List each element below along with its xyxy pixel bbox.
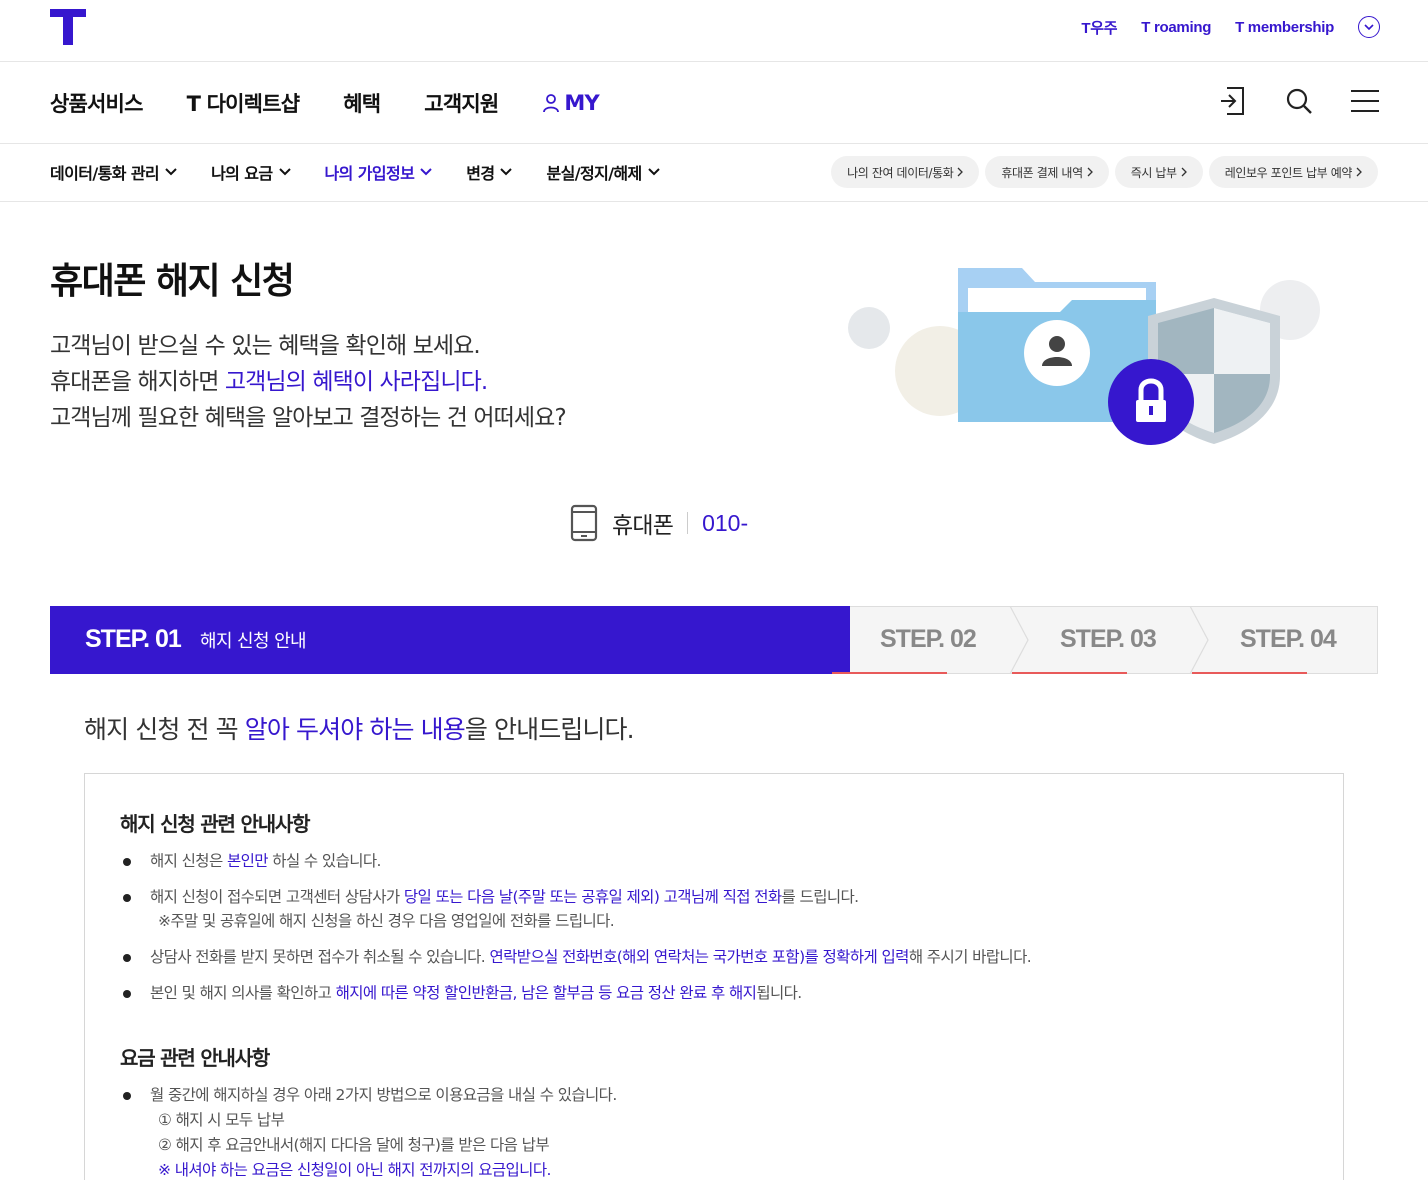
person-icon xyxy=(543,94,560,113)
chevron-down-icon[interactable] xyxy=(1358,16,1380,38)
step-2-underline xyxy=(832,672,947,674)
divider xyxy=(687,512,689,534)
hero-description: 고객님이 받으실 수 있는 혜택을 확인해 보세요. 휴대폰을 해지하면 고객님… xyxy=(50,333,567,431)
phone-icon xyxy=(570,504,598,542)
step-progress: STEP. 01 해지 신청 안내 STEP. 02 STEP. 03 STEP… xyxy=(50,606,1378,674)
billing-notice-list: 월 중간에 해지하실 경우 아래 2가지 방법으로 이용요금을 내실 수 있습니… xyxy=(120,1083,1320,1180)
step-2-label: STEP. 02 xyxy=(880,625,977,653)
chevron-down-icon xyxy=(647,168,660,176)
list-item: 본인 및 해지 의사를 확인하고 해지에 따른 약정 할인반환금, 남은 할부금… xyxy=(120,981,1320,1005)
step-1-text: 해지 신청 안내 xyxy=(200,631,307,652)
chevron-down-icon xyxy=(165,168,177,176)
nav-support[interactable]: 고객지원 xyxy=(424,88,499,118)
subnav-change[interactable]: 변경 xyxy=(466,160,513,184)
subnav-data-call[interactable]: 데이터/통화 관리 xyxy=(50,160,177,184)
chevron-right-icon xyxy=(1356,167,1362,177)
step-4-label: STEP. 04 xyxy=(1240,625,1337,653)
phone-line-info: 휴대폰 010- xyxy=(570,504,748,542)
step-1-label: STEP. 01 xyxy=(85,625,182,653)
search-icon[interactable] xyxy=(1284,84,1314,118)
t-roaming-link[interactable]: T roaming xyxy=(1141,19,1211,36)
subnav-my-subscription[interactable]: 나의 가입정보 xyxy=(325,160,433,184)
t-membership-link[interactable]: T membership xyxy=(1235,19,1334,36)
t-logo[interactable] xyxy=(50,9,86,45)
chevron-right-icon xyxy=(1181,167,1187,177)
step-3-label: STEP. 03 xyxy=(1060,625,1157,653)
nav-direct-shop[interactable]: T 다이렉트샵 xyxy=(187,88,300,118)
nav-products[interactable]: 상품서비스 xyxy=(50,88,143,118)
phone-number: 010- xyxy=(702,509,749,536)
page-title: 휴대폰 해지 신청 xyxy=(50,261,295,302)
pill-phone-payments[interactable]: 휴대폰 결제 내역 xyxy=(985,156,1109,188)
nav-my-label: MY xyxy=(564,91,599,115)
pill-instant-pay[interactable]: 즉시 납부 xyxy=(1114,156,1203,188)
list-item: 해지 신청은 본인만 하실 수 있습니다. xyxy=(120,849,1320,873)
intro-text: 해지 신청 전 꼭 알아 두셔야 하는 내용을 안내드립니다. xyxy=(84,715,635,744)
nav-my[interactable]: MY xyxy=(542,91,600,115)
list-item: 월 중간에 해지하실 경우 아래 2가지 방법으로 이용요금을 내실 수 있습니… xyxy=(120,1083,1320,1180)
cancellation-notice-list: 해지 신청은 본인만 하실 수 있습니다. 해지 신청이 접수되면 고객센터 상… xyxy=(120,849,1320,1017)
phone-label: 휴대폰 xyxy=(612,513,674,539)
step-4-underline xyxy=(1192,672,1307,674)
chevron-down-icon xyxy=(420,168,432,176)
main-nav: 상품서비스 T 다이렉트샵 혜택 고객지원 MY xyxy=(0,62,1428,144)
t-universe-link[interactable]: T우주 xyxy=(1081,17,1117,38)
subnav-my-bill[interactable]: 나의 요금 xyxy=(211,160,291,184)
section-title-cancellation: 해지 신청 관련 안내사항 xyxy=(120,812,310,836)
section-title-billing: 요금 관련 안내사항 xyxy=(120,1046,270,1070)
pill-remaining-data[interactable]: 나의 잔여 데이터/통화 xyxy=(831,156,980,188)
nav-benefits[interactable]: 혜택 xyxy=(343,88,381,118)
top-bar: T우주 T roaming T membership xyxy=(0,0,1428,62)
subnav-lost-suspend[interactable]: 분실/정지/해제 xyxy=(546,160,660,184)
chevron-right-icon xyxy=(957,167,964,177)
chevron-down-icon xyxy=(500,168,513,176)
list-item: 해지 신청이 접수되면 고객센터 상담사가 당일 또는 다음 날(주말 또는 공… xyxy=(120,885,1320,933)
pill-rainbow-point[interactable]: 레인보우 포인트 납부 예약 xyxy=(1208,156,1378,188)
top-links: T우주 T roaming T membership xyxy=(1081,16,1380,38)
step-3-underline xyxy=(1012,672,1127,674)
menu-icon[interactable] xyxy=(1350,84,1380,118)
chevron-down-icon xyxy=(278,168,291,176)
chevron-right-icon xyxy=(1087,167,1093,177)
sub-nav: 데이터/통화 관리 나의 요금 나의 가입정보 변경 분실/정지/해제 나의 잔… xyxy=(0,144,1428,202)
list-item: 상담사 전화를 받지 못하면 접수가 취소될 수 있습니다. 연락받으실 전화번… xyxy=(120,945,1320,969)
security-folder-illustration xyxy=(848,268,1320,445)
notice-box: 해지 신청 관련 안내사항 해지 신청은 본인만 하실 수 있습니다. 해지 신… xyxy=(84,773,1344,1180)
logout-icon[interactable] xyxy=(1218,84,1248,118)
